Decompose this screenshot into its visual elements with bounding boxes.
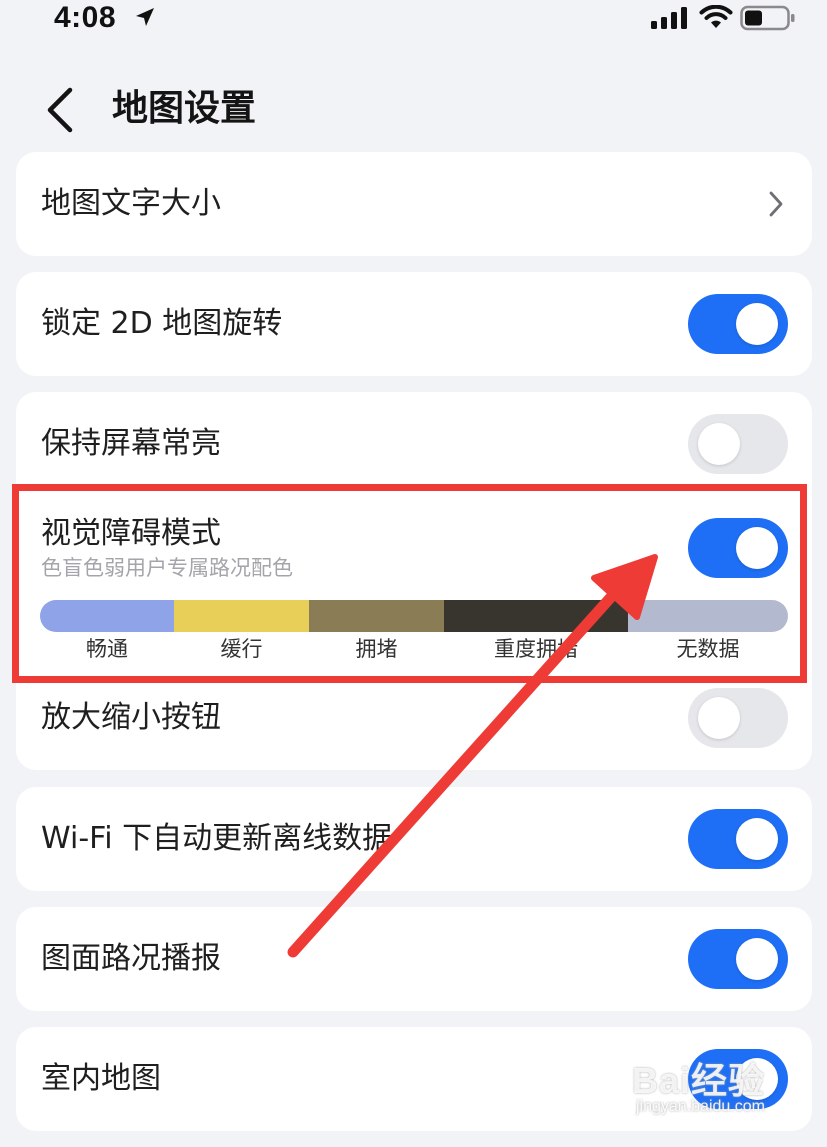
indoor-map-toggle[interactable] [688,1049,788,1109]
chevron-left-icon [47,87,73,133]
battery-icon [740,5,795,31]
lock-2d-rotation-toggle[interactable] [688,294,788,354]
header: 地图设置 [0,70,827,150]
page-title: 地图设置 [112,88,257,129]
setting-row-map-text-size[interactable]: 地图文字大小 [16,152,812,256]
settings-card-text-size: 地图文字大小 [16,152,812,256]
setting-label: 地图文字大小 [41,186,221,221]
setting-label: 保持屏幕常亮 [41,426,221,461]
chevron-right-icon [769,191,783,217]
setting-label: 图面路况播报 [41,941,221,976]
setting-row-traffic-broadcast: 图面路况播报 [16,907,812,1011]
toggle-knob [736,303,778,345]
back-button[interactable] [36,82,92,138]
setting-label: 放大缩小按钮 [41,700,221,735]
traffic-broadcast-toggle[interactable] [688,929,788,989]
setting-row-indoor-map: 室内地图 [16,1027,812,1131]
setting-row-wifi-auto-update: Wi-Fi 下自动更新离线数据 [16,787,812,891]
toggle-knob [736,818,778,860]
annotation-highlight-box [12,484,807,683]
keep-screen-on-toggle[interactable] [688,414,788,474]
zoom-buttons-toggle[interactable] [688,688,788,748]
settings-card-traffic-broadcast: 图面路况播报 [16,907,812,1011]
toggle-knob [698,697,740,739]
toggle-knob [698,423,740,465]
settings-card-lock-rotation: 锁定 2D 地图旋转 [16,272,812,376]
status-time: 4:08 [54,1,117,34]
location-arrow-icon [136,8,154,26]
setting-row-lock-2d-rotation: 锁定 2D 地图旋转 [16,272,812,376]
setting-label: 锁定 2D 地图旋转 [41,306,283,341]
settings-card-offline-data: Wi-Fi 下自动更新离线数据 [16,787,812,891]
setting-label: Wi-Fi 下自动更新离线数据 [41,821,393,856]
toggle-knob [736,938,778,980]
setting-label: 室内地图 [41,1061,161,1096]
wifi-icon [699,5,733,28]
toggle-knob [736,1058,778,1100]
cellular-signal-icon [651,7,687,29]
status-bar: 4:08 [0,0,827,40]
settings-card-indoor-map: 室内地图 [16,1027,812,1131]
setting-row-keep-screen-on: 保持屏幕常亮 [16,392,812,496]
wifi-auto-update-toggle[interactable] [688,809,788,869]
